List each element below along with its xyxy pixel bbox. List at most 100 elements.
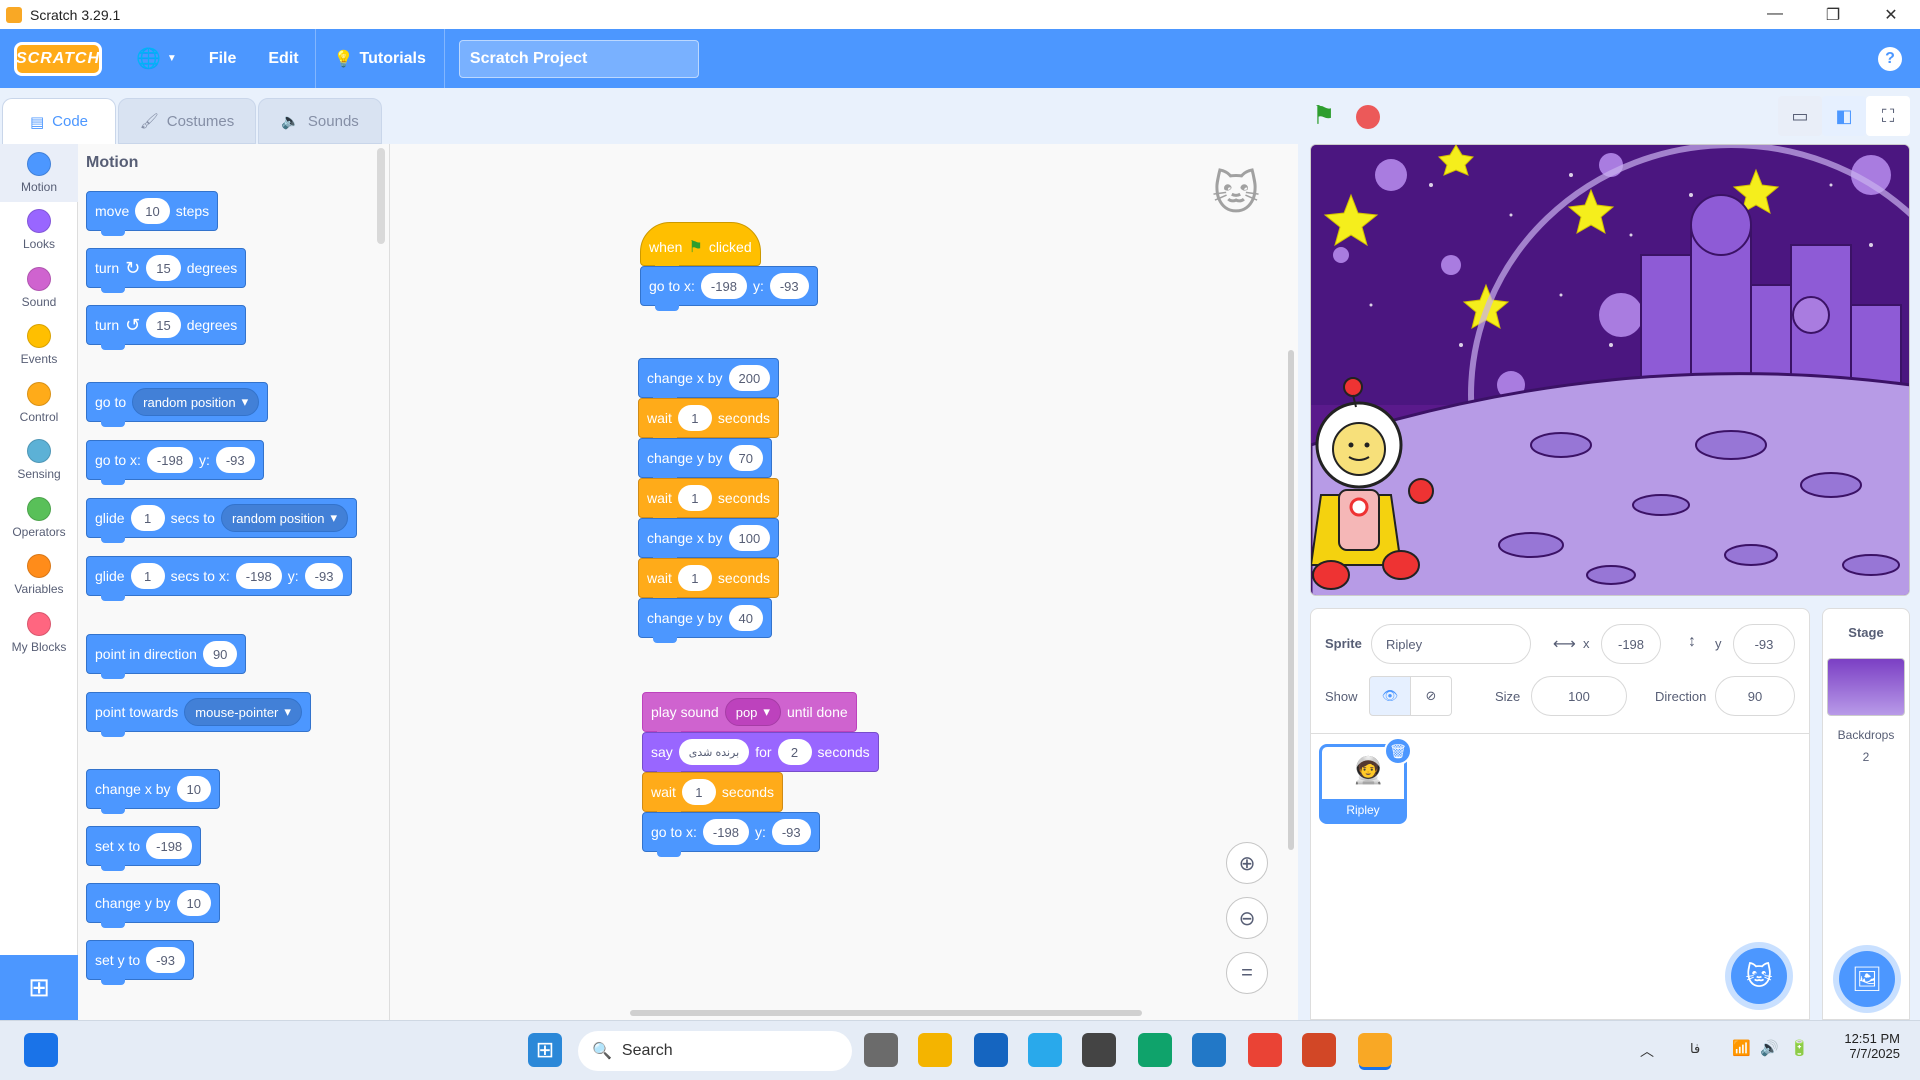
script-area[interactable]: 🐱 when ⚑ clicked go to x: -198 y: -93 ch… xyxy=(390,144,1298,1020)
block-wait[interactable]: wait 1 seconds xyxy=(642,772,784,817)
battery-icon[interactable]: 🔋 xyxy=(1790,1039,1809,1057)
stop-button[interactable] xyxy=(1356,105,1380,129)
chevron-up-icon[interactable]: ︿ xyxy=(1640,1041,1654,1061)
block-go-to-xy[interactable]: go to x: -198 y: -93 xyxy=(86,440,264,485)
project-title-input[interactable]: Scratch Project xyxy=(458,39,699,78)
sound-dropdown[interactable]: pop ▾ xyxy=(724,698,781,726)
block-change-y[interactable]: change y by 10 xyxy=(86,883,220,928)
category-sensing[interactable]: Sensing xyxy=(0,432,78,490)
chrome-icon[interactable] xyxy=(1248,1033,1282,1067)
x-input[interactable]: -198 xyxy=(702,819,749,845)
edge-icon[interactable] xyxy=(1138,1033,1172,1067)
block-wait[interactable]: wait 1 seconds xyxy=(638,558,780,603)
block-wait[interactable]: wait 1 seconds xyxy=(638,478,780,523)
block-turn-left[interactable]: turn ↺ 15 degrees xyxy=(86,305,247,350)
seconds-input[interactable]: 1 xyxy=(677,565,712,591)
block-set-y[interactable]: set y to -93 xyxy=(86,940,194,985)
minimize-button[interactable]: — xyxy=(1746,5,1804,25)
block-change-y[interactable]: change y by 40 xyxy=(638,598,772,643)
volume-icon[interactable]: 🔊 xyxy=(1760,1039,1779,1057)
vscode-icon[interactable] xyxy=(1192,1033,1226,1067)
wifi-icon[interactable]: 📶 xyxy=(1732,1039,1751,1057)
seconds-input[interactable]: 2 xyxy=(777,739,812,765)
block-when-flag-clicked[interactable]: when ⚑ clicked xyxy=(640,222,761,271)
sprite-thumbnail[interactable]: 🧑‍🚀 Ripley 🗑 xyxy=(1319,737,1412,824)
green-flag-button[interactable]: ⚑ xyxy=(1312,100,1335,131)
secs-input[interactable]: 1 xyxy=(130,563,165,589)
y-input[interactable]: -93 xyxy=(769,273,809,299)
language-menu[interactable]: 🌐 ▼ xyxy=(120,46,193,71)
degrees-input[interactable]: 15 xyxy=(146,255,181,281)
x-input[interactable]: -198 xyxy=(700,273,747,299)
value-input[interactable]: 200 xyxy=(728,365,771,391)
show-visible-button[interactable]: 👁 xyxy=(1369,676,1411,716)
stage-canvas[interactable] xyxy=(1310,144,1910,596)
direction-input[interactable]: 90 xyxy=(202,641,238,667)
show-hidden-button[interactable]: ⊘ xyxy=(1410,676,1452,716)
seconds-input[interactable]: 1 xyxy=(681,779,716,805)
tab-sounds[interactable]: 🔈 Sounds xyxy=(258,98,382,144)
size-input[interactable]: 100 xyxy=(1531,676,1627,716)
value-input[interactable]: 10 xyxy=(176,890,211,916)
fullscreen-button[interactable]: ⛶ xyxy=(1866,96,1910,136)
tutorials-button[interactable]: 💡 Tutorials xyxy=(314,29,445,88)
app-icon-1[interactable] xyxy=(974,1033,1008,1067)
value-input[interactable]: -93 xyxy=(146,947,185,973)
block-change-y[interactable]: change y by 70 xyxy=(638,438,772,483)
zoom-out-button[interactable]: ⊖ xyxy=(1226,897,1268,939)
block-change-x[interactable]: change x by 10 xyxy=(86,769,220,814)
category-looks[interactable]: Looks xyxy=(0,202,78,260)
block-go-to-xy[interactable]: go to x: -198 y: -93 xyxy=(642,812,820,857)
category-sound[interactable]: Sound xyxy=(0,259,78,317)
sprite-name-input[interactable]: Ripley xyxy=(1371,624,1531,664)
y-input[interactable]: -93 xyxy=(215,447,255,473)
stage-selector[interactable]: Stage Backdrops 2 🖼 xyxy=(1822,608,1910,1020)
widgets-icon[interactable] xyxy=(24,1033,58,1067)
horizontal-scrollbar[interactable] xyxy=(630,1010,1142,1016)
category-variables[interactable]: Variables xyxy=(0,547,78,605)
tab-code[interactable]: ▤ Code xyxy=(2,98,116,144)
seconds-input[interactable]: 1 xyxy=(677,485,712,511)
delete-sprite-button[interactable]: 🗑 xyxy=(1384,737,1412,765)
help-icon[interactable]: ? xyxy=(1878,46,1902,71)
seconds-input[interactable]: 1 xyxy=(677,405,712,431)
category-motion[interactable]: Motion xyxy=(0,144,78,202)
edit-menu[interactable]: Edit xyxy=(252,50,314,68)
start-button[interactable]: ⊞ xyxy=(528,1033,562,1067)
zoom-reset-button[interactable]: = xyxy=(1226,952,1268,994)
scratch-taskbar-icon[interactable] xyxy=(1358,1033,1392,1067)
value-input[interactable]: 70 xyxy=(728,445,763,471)
x-position-input[interactable]: -198 xyxy=(1601,624,1661,664)
category-control[interactable]: Control xyxy=(0,374,78,432)
value-input[interactable]: 40 xyxy=(728,605,763,631)
target-dropdown[interactable]: random position ▾ xyxy=(220,504,348,532)
block-go-to[interactable]: go to random position ▾ xyxy=(86,382,269,427)
steps-input[interactable]: 10 xyxy=(135,198,170,224)
file-explorer-icon[interactable] xyxy=(918,1033,952,1067)
add-extension-button[interactable]: ⊞ xyxy=(0,955,78,1020)
taskbar-search[interactable]: 🔍 Search xyxy=(578,1031,852,1071)
block-point-towards[interactable]: point towards mouse-pointer ▾ xyxy=(86,692,311,737)
scratch-logo[interactable]: SCRATCH xyxy=(14,41,102,76)
secs-input[interactable]: 1 xyxy=(130,505,165,531)
choose-sprite-button[interactable]: 🐱 xyxy=(1731,948,1787,1004)
target-dropdown[interactable]: random position ▾ xyxy=(132,388,260,416)
language-indicator[interactable]: فا xyxy=(1690,1041,1700,1057)
y-input[interactable]: -93 xyxy=(771,819,811,845)
block-say-for-seconds[interactable]: say برنده شدی for 2 seconds xyxy=(642,732,879,777)
value-input[interactable]: -198 xyxy=(146,833,193,859)
block-change-x[interactable]: change x by 100 xyxy=(638,518,780,563)
telegram-icon[interactable] xyxy=(1028,1033,1062,1067)
degrees-input[interactable]: 15 xyxy=(146,312,181,338)
block-go-to-xy[interactable]: go to x: -198 y: -93 xyxy=(640,266,818,311)
value-input[interactable]: 100 xyxy=(728,525,771,551)
category-events[interactable]: Events xyxy=(0,317,78,375)
powerpoint-icon[interactable] xyxy=(1302,1033,1336,1067)
vertical-scrollbar[interactable] xyxy=(1288,350,1294,850)
block-move-steps[interactable]: move 10 steps xyxy=(86,191,219,236)
maximize-button[interactable]: ❐ xyxy=(1804,5,1862,25)
block-glide-to[interactable]: glide 1 secs to random position ▾ xyxy=(86,498,357,543)
x-input[interactable]: -198 xyxy=(146,447,193,473)
category-operators[interactable]: Operators xyxy=(0,489,78,547)
y-position-input[interactable]: -93 xyxy=(1733,624,1795,664)
